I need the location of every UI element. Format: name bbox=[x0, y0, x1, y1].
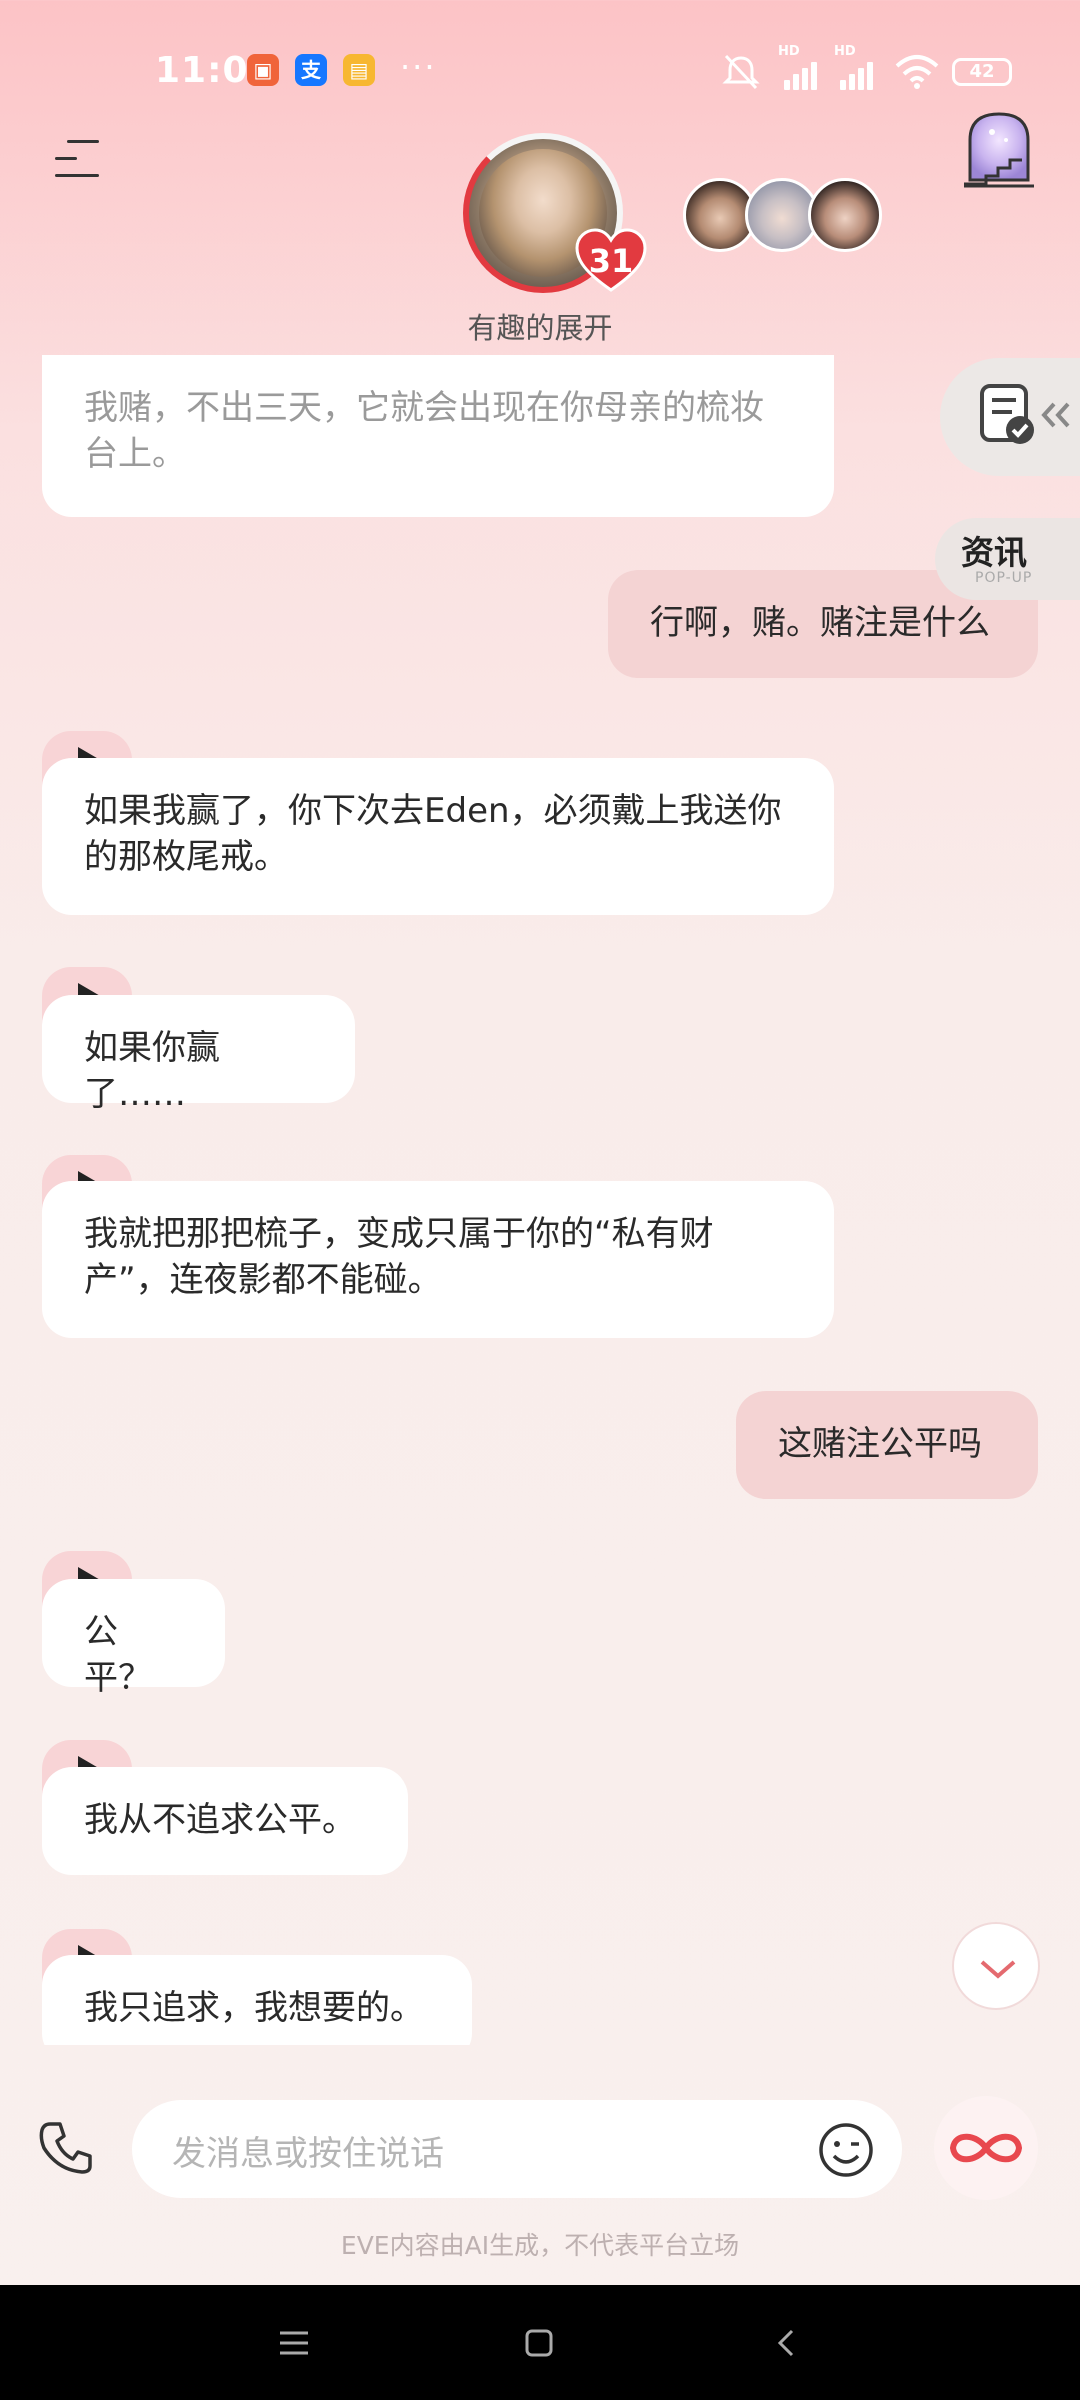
message-text: 公平？ bbox=[84, 1612, 152, 1698]
dream-tower-icon[interactable] bbox=[962, 110, 1036, 190]
message-bubble-left[interactable]: 公平？ bbox=[42, 1579, 225, 1698]
task-checklist-button[interactable] bbox=[940, 358, 1080, 476]
message-bubble-left[interactable]: 我从不追求公平。 bbox=[42, 1767, 408, 1875]
message-text: 我从不追求公平。 bbox=[84, 1800, 356, 1840]
double-chevron-left-icon bbox=[1041, 402, 1070, 428]
message-text: 我赌，不出三天，它就会出现在你母亲的梳妆台上。 bbox=[84, 388, 764, 474]
ai-reply-button[interactable] bbox=[934, 2096, 1038, 2200]
menu-line bbox=[55, 157, 77, 160]
battery-icon: 42 bbox=[952, 58, 1012, 86]
hd-label: HD bbox=[834, 44, 856, 59]
message-text: 行啊，赌。赌注是什么 bbox=[650, 603, 990, 643]
mini-avatar-3[interactable] bbox=[808, 178, 882, 252]
message-bubble-left[interactable]: 我只追求，我想要的。 bbox=[42, 1955, 472, 2045]
message-text: 我只追求，我想要的。 bbox=[84, 1988, 424, 2028]
home-nav-icon[interactable] bbox=[524, 2328, 554, 2358]
message-bubble-left[interactable]: 我就把那把梳子，变成只属于你的“私有财产”，连夜影都不能碰。 bbox=[42, 1181, 834, 1338]
news-subtitle: POP-UP bbox=[975, 570, 1033, 586]
message-bubble-left[interactable]: 我赌，不出三天，它就会出现在你母亲的梳妆台上。 bbox=[42, 355, 834, 517]
menu-line bbox=[67, 140, 99, 143]
message-bubble-left[interactable]: 如果我赢了，你下次去Eden，必须戴上我送你的那枚尾戒。 bbox=[42, 758, 834, 915]
heart-count: 31 bbox=[588, 242, 634, 280]
news-title: 资讯 bbox=[961, 533, 1027, 572]
menu-button[interactable] bbox=[55, 140, 99, 180]
news-popup-button[interactable]: 资讯 POP-UP bbox=[935, 518, 1080, 600]
message-input[interactable]: 发消息或按住说话 bbox=[132, 2100, 902, 2198]
message-text: 这赌注公平吗 bbox=[778, 1424, 982, 1464]
affection-heart-badge: 31 bbox=[575, 228, 647, 292]
signal-2-icon: HD bbox=[834, 44, 880, 90]
input-placeholder: 发消息或按住说话 bbox=[172, 2134, 444, 2174]
mute-icon bbox=[722, 54, 760, 90]
message-text: 如果我赢了，你下次去Eden，必须戴上我送你的那枚尾戒。 bbox=[84, 791, 782, 877]
checklist-icon bbox=[980, 384, 1034, 444]
emoji-icon[interactable] bbox=[818, 2122, 874, 2178]
back-nav-icon[interactable] bbox=[774, 2328, 798, 2358]
chat-title[interactable]: 有趣的展开 bbox=[380, 305, 700, 347]
phone-call-icon[interactable] bbox=[36, 2118, 96, 2178]
hd-label: HD bbox=[778, 44, 800, 59]
notification-app-icon: ▣ bbox=[247, 54, 279, 86]
ai-disclaimer: EVE内容由AI生成，不代表平台立场 bbox=[340, 2231, 740, 2260]
message-text: 我就把那把梳子，变成只属于你的“私有财产”，连夜影都不能碰。 bbox=[84, 1214, 714, 1300]
scroll-to-bottom-button[interactable] bbox=[952, 1922, 1040, 2010]
menu-line bbox=[55, 174, 99, 177]
status-bar: 11:00 ▣ 支 ▤ ··· HD HD 42 bbox=[0, 0, 1080, 140]
message-bubble-right[interactable]: 这赌注公平吗 bbox=[736, 1391, 1038, 1499]
status-icons: HD HD 42 bbox=[720, 44, 1020, 90]
system-nav-bar bbox=[0, 2285, 1080, 2400]
chevron-down-icon bbox=[980, 1960, 1016, 1979]
infinity-icon bbox=[949, 2133, 1023, 2163]
chat-message-list[interactable]: 我赌，不出三天，它就会出现在你母亲的梳妆台上。 行啊，赌。赌注是什么 如果我赢了… bbox=[0, 355, 1080, 2045]
alipay-icon: 支 bbox=[295, 54, 327, 86]
message-app-icon: ▤ bbox=[343, 54, 375, 86]
menu-nav-icon[interactable] bbox=[278, 2330, 310, 2356]
more-notifications-icon: ··· bbox=[400, 48, 437, 86]
message-text: 如果你赢了…… bbox=[84, 1028, 220, 1114]
message-bubble-left[interactable]: 如果你赢了…… bbox=[42, 995, 355, 1114]
signal-1-icon: HD bbox=[778, 44, 824, 90]
wifi-icon bbox=[895, 55, 939, 89]
